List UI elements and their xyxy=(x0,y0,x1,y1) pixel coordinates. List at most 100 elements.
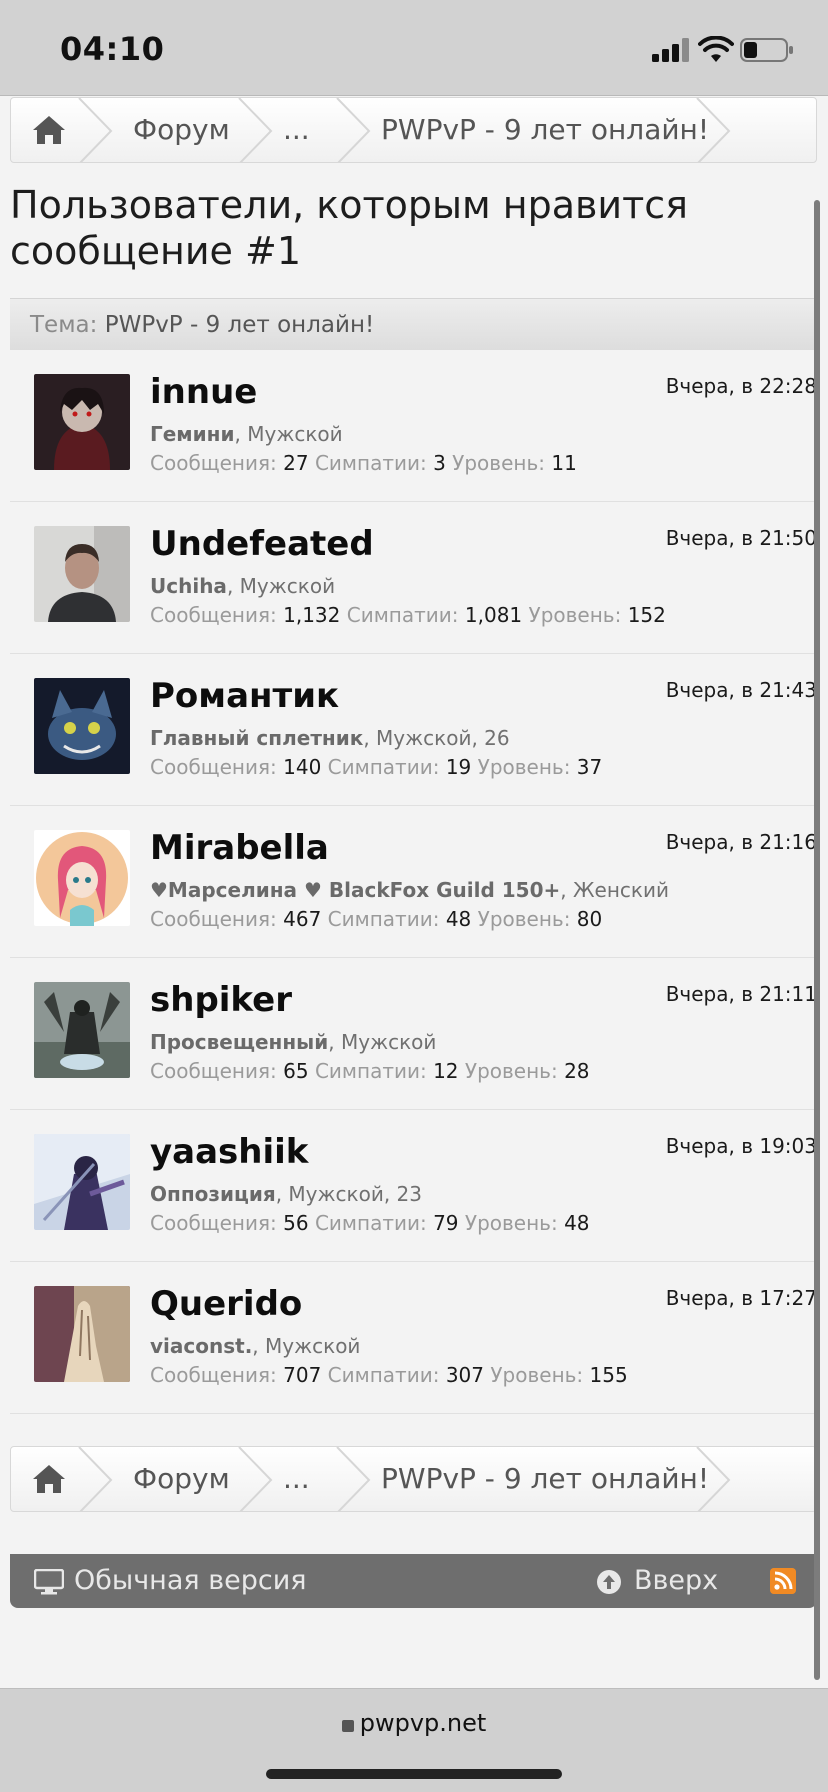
topic-bar: Тема: PWPvP - 9 лет онлайн! xyxy=(10,298,817,350)
level-label: Уровень: xyxy=(528,603,622,627)
member-row: Undefeated Вчера, в 21:50 Uchiha, Мужско… xyxy=(10,502,817,654)
breadcrumb-separator xyxy=(696,1447,731,1511)
likes-label: Симпатии: xyxy=(327,755,440,779)
breadcrumb-separator xyxy=(238,1447,273,1511)
scroll-top-link[interactable]: Вверх xyxy=(596,1554,718,1608)
breadcrumb-separator xyxy=(336,98,371,162)
member-username[interactable]: Undefeated xyxy=(150,524,374,564)
member-username[interactable]: innue xyxy=(150,372,257,412)
home-icon[interactable] xyxy=(31,114,67,146)
breadcrumb-forum-link[interactable]: Форум xyxy=(133,1447,230,1511)
likes-label: Симпатии: xyxy=(327,907,440,931)
member-avatar[interactable] xyxy=(34,830,130,926)
breadcrumb-thread-link[interactable]: PWPvP - 9 лет онлайн! xyxy=(381,1447,709,1511)
member-meta: Главный сплетник, Мужской, 26 xyxy=(150,726,510,750)
member-row: yaashiik Вчера, в 19:03 Оппозиция, Мужск… xyxy=(10,1110,817,1262)
member-meta: ♥Марселина ♥ BlackFox Guild 150+, Женски… xyxy=(150,878,669,902)
level-value: 48 xyxy=(564,1211,590,1235)
footer-bar: Обычная версия Вверх xyxy=(10,1554,817,1608)
member-username[interactable]: shpiker xyxy=(150,980,292,1020)
member-avatar[interactable] xyxy=(34,678,130,774)
like-date: Вчера, в 21:43 xyxy=(665,678,817,702)
member-username[interactable]: Романтик xyxy=(150,676,339,716)
member-stats: Сообщения: 467 Симпатии: 48 Уровень: 80 xyxy=(150,907,602,931)
scroll-top-label: Вверх xyxy=(634,1565,719,1596)
level-label: Уровень: xyxy=(464,1211,558,1235)
messages-count: 56 xyxy=(283,1211,309,1235)
level-value: 11 xyxy=(551,451,577,475)
messages-count: 65 xyxy=(283,1059,309,1083)
member-meta: Гемини, Мужской xyxy=(150,422,343,446)
topic-label: Тема: xyxy=(30,312,98,338)
messages-label: Сообщения: xyxy=(150,603,277,627)
messages-count: 467 xyxy=(283,907,322,931)
home-icon[interactable] xyxy=(31,1463,67,1495)
address-field[interactable]: pwpvp.net xyxy=(0,1709,828,1737)
likes-count: 19 xyxy=(445,755,472,779)
home-indicator[interactable] xyxy=(266,1769,562,1779)
level-value: 28 xyxy=(564,1059,590,1083)
member-row: shpiker Вчера, в 21:11 Просвещенный, Муж… xyxy=(10,958,817,1110)
likes-label: Симпатии: xyxy=(346,603,459,627)
messages-label: Сообщения: xyxy=(150,1211,277,1235)
browser-url-bar: pwpvp.net xyxy=(0,1688,828,1792)
likes-count: 1,081 xyxy=(464,603,523,627)
member-meta: Оппозиция, Мужской, 23 xyxy=(150,1182,422,1206)
breadcrumb-ellipsis-link[interactable]: ... xyxy=(283,98,310,162)
classic-version-link[interactable]: Обычная версия xyxy=(33,1554,307,1608)
member-row: Mirabella Вчера, в 21:16 ♥Марселина ♥ Bl… xyxy=(10,806,817,958)
member-info: , Женский xyxy=(560,878,669,902)
member-username[interactable]: yaashiik xyxy=(150,1132,308,1172)
rss-icon[interactable] xyxy=(770,1568,796,1594)
breadcrumb-separator xyxy=(336,1447,371,1511)
likes-count: 48 xyxy=(445,907,472,931)
member-title: Оппозиция xyxy=(150,1182,276,1206)
monitor-icon xyxy=(33,1568,65,1594)
likes-label: Симпатии: xyxy=(314,451,427,475)
member-stats: Сообщения: 27 Симпатии: 3 Уровень: 11 xyxy=(150,451,577,475)
breadcrumb-separator xyxy=(238,98,273,162)
breadcrumb-ellipsis-link[interactable]: ... xyxy=(283,1447,310,1511)
member-stats: Сообщения: 707 Симпатии: 307 Уровень: 15… xyxy=(150,1363,628,1387)
messages-label: Сообщения: xyxy=(150,1363,277,1387)
breadcrumb-bottom: Форум ... PWPvP - 9 лет онлайн! xyxy=(10,1446,817,1512)
member-title: Главный сплетник xyxy=(150,726,364,750)
like-date: Вчера, в 17:27 xyxy=(665,1286,817,1310)
cellular-signal-icon xyxy=(652,38,690,62)
member-meta: Uchiha, Мужской xyxy=(150,574,335,598)
messages-label: Сообщения: xyxy=(150,755,277,779)
messages-count: 27 xyxy=(283,451,309,475)
breadcrumb-forum-link[interactable]: Форум xyxy=(133,98,230,162)
member-avatar[interactable] xyxy=(34,526,130,622)
member-stats: Сообщения: 140 Симпатии: 19 Уровень: 37 xyxy=(150,755,602,779)
member-username[interactable]: Mirabella xyxy=(150,828,329,868)
member-row: innue Вчера, в 22:28 Гемини, Мужской Соо… xyxy=(10,350,817,502)
likes-count: 307 xyxy=(445,1363,484,1387)
member-avatar[interactable] xyxy=(34,1134,130,1230)
level-value: 37 xyxy=(576,755,603,779)
messages-count: 707 xyxy=(283,1363,322,1387)
like-date: Вчера, в 19:03 xyxy=(665,1134,817,1158)
messages-label: Сообщения: xyxy=(150,451,277,475)
messages-label: Сообщения: xyxy=(150,907,277,931)
level-label: Уровень: xyxy=(464,1059,558,1083)
member-title: viaconst. xyxy=(150,1334,253,1358)
member-username[interactable]: Querido xyxy=(150,1284,302,1324)
member-row: Романтик Вчера, в 21:43 Главный сплетник… xyxy=(10,654,817,806)
member-avatar[interactable] xyxy=(34,1286,130,1382)
member-meta: Просвещенный, Мужской xyxy=(150,1030,436,1054)
lock-icon xyxy=(341,1720,354,1732)
status-time: 04:10 xyxy=(60,30,165,68)
member-info: , Мужской xyxy=(252,1334,361,1358)
scroll-indicator xyxy=(814,200,820,1680)
member-avatar[interactable] xyxy=(34,982,130,1078)
breadcrumb-separator xyxy=(696,98,731,162)
level-label: Уровень: xyxy=(490,1363,584,1387)
classic-version-label: Обычная версия xyxy=(74,1565,307,1596)
breadcrumb-thread-link[interactable]: PWPvP - 9 лет онлайн! xyxy=(381,98,709,162)
likes-label: Симпатии: xyxy=(314,1059,427,1083)
member-avatar[interactable] xyxy=(34,374,130,470)
member-info: , Мужской, 23 xyxy=(275,1182,423,1206)
likes-label: Симпатии: xyxy=(327,1363,440,1387)
topic-link[interactable]: PWPvP - 9 лет онлайн! xyxy=(105,312,375,338)
